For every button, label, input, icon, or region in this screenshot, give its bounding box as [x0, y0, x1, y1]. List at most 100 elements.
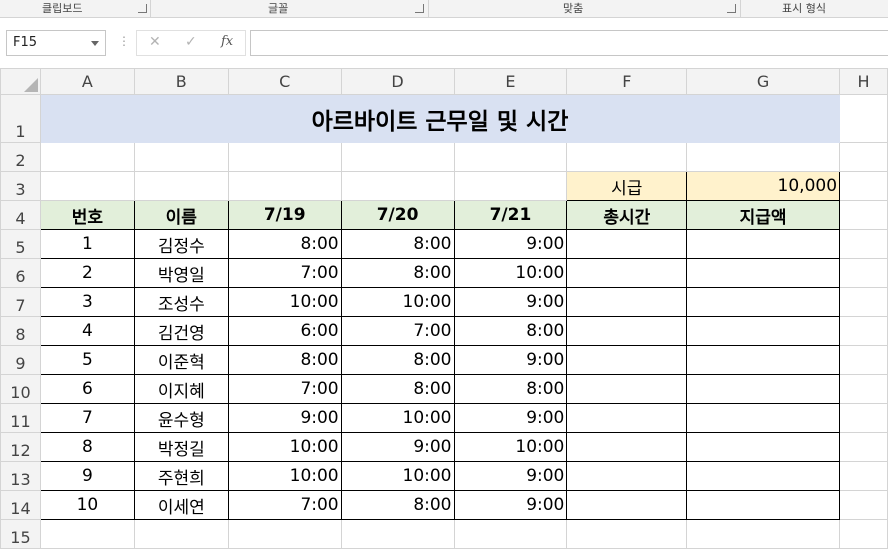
row-header-3[interactable]: 3	[0, 171, 41, 201]
cell[interactable]	[227, 519, 342, 549]
row-header-4[interactable]: 4	[0, 200, 41, 230]
hours-day-3[interactable]: 9:00	[453, 403, 568, 433]
total-hours-cell[interactable]	[566, 287, 688, 317]
column-header-a[interactable]: A	[39, 68, 135, 95]
employee-number[interactable]: 7	[39, 403, 135, 433]
column-header-c[interactable]: C	[227, 68, 342, 95]
hours-day-3[interactable]: 9:00	[453, 490, 568, 520]
cell[interactable]	[839, 258, 888, 288]
employee-name[interactable]: 조성수	[133, 287, 229, 317]
alignment-dialog-launcher-icon[interactable]	[727, 4, 736, 13]
sheet-title[interactable]: 아르바이트 근무일 및 시간	[39, 94, 841, 143]
employee-number[interactable]: 2	[39, 258, 135, 288]
hours-day-1[interactable]: 10:00	[227, 287, 342, 317]
row-header-13[interactable]: 13	[0, 461, 41, 491]
employee-name[interactable]: 김건영	[133, 316, 229, 346]
cell[interactable]	[839, 94, 888, 143]
hours-day-3[interactable]: 8:00	[453, 374, 568, 404]
hours-day-3[interactable]: 10:00	[453, 432, 568, 462]
employee-name[interactable]: 김정수	[133, 229, 229, 259]
employee-number[interactable]: 3	[39, 287, 135, 317]
cell[interactable]	[839, 229, 888, 259]
formula-input[interactable]	[250, 30, 888, 56]
cell[interactable]	[133, 142, 229, 172]
hours-day-1[interactable]: 8:00	[227, 229, 342, 259]
employee-name[interactable]: 이준혁	[133, 345, 229, 375]
payment-cell[interactable]	[686, 403, 841, 433]
payment-cell[interactable]	[686, 374, 841, 404]
cell[interactable]	[340, 171, 455, 201]
cell[interactable]	[686, 519, 841, 549]
column-header-b[interactable]: B	[133, 68, 229, 95]
employee-name[interactable]: 이세연	[133, 490, 229, 520]
hours-day-2[interactable]: 8:00	[340, 374, 455, 404]
row-header-6[interactable]: 6	[0, 258, 41, 288]
column-header-f[interactable]: F	[566, 68, 688, 95]
column-header-g[interactable]: G	[686, 68, 841, 95]
cell[interactable]	[39, 171, 135, 201]
column-header-h[interactable]: H	[839, 68, 888, 95]
cell[interactable]	[453, 171, 568, 201]
hours-day-1[interactable]: 8:00	[227, 345, 342, 375]
employee-number[interactable]: 5	[39, 345, 135, 375]
column-header-d[interactable]: D	[340, 68, 455, 95]
cell[interactable]	[227, 142, 342, 172]
employee-number[interactable]: 9	[39, 461, 135, 491]
hours-day-3[interactable]: 9:00	[453, 345, 568, 375]
cell[interactable]	[566, 519, 688, 549]
cell[interactable]	[839, 374, 888, 404]
hours-day-2[interactable]: 8:00	[340, 229, 455, 259]
hours-day-2[interactable]: 10:00	[340, 461, 455, 491]
header-number[interactable]: 번호	[39, 200, 135, 230]
payment-cell[interactable]	[686, 432, 841, 462]
name-box[interactable]: F15	[6, 30, 106, 56]
header-date-3[interactable]: 7/21	[453, 200, 568, 230]
total-hours-cell[interactable]	[566, 345, 688, 375]
cell[interactable]	[839, 287, 888, 317]
row-header-2[interactable]: 2	[0, 142, 41, 172]
hours-day-1[interactable]: 9:00	[227, 403, 342, 433]
hours-day-2[interactable]: 8:00	[340, 345, 455, 375]
header-date-2[interactable]: 7/20	[340, 200, 455, 230]
hours-day-3[interactable]: 8:00	[453, 316, 568, 346]
cell[interactable]	[227, 171, 342, 201]
employee-name[interactable]: 이지혜	[133, 374, 229, 404]
row-header-15[interactable]: 15	[0, 519, 41, 549]
cell[interactable]	[839, 316, 888, 346]
cell[interactable]	[39, 142, 135, 172]
header-name[interactable]: 이름	[133, 200, 229, 230]
cell[interactable]	[453, 142, 568, 172]
cell[interactable]	[453, 519, 568, 549]
employee-number[interactable]: 8	[39, 432, 135, 462]
header-date-1[interactable]: 7/19	[227, 200, 342, 230]
payment-cell[interactable]	[686, 258, 841, 288]
cell[interactable]	[839, 519, 888, 549]
hours-day-2[interactable]: 8:00	[340, 258, 455, 288]
row-header-7[interactable]: 7	[0, 287, 41, 317]
payment-cell[interactable]	[686, 461, 841, 491]
row-header-14[interactable]: 14	[0, 490, 41, 520]
total-hours-cell[interactable]	[566, 316, 688, 346]
employee-name[interactable]: 박정길	[133, 432, 229, 462]
total-hours-cell[interactable]	[566, 432, 688, 462]
hours-day-1[interactable]: 7:00	[227, 374, 342, 404]
employee-name[interactable]: 주현희	[133, 461, 229, 491]
font-dialog-launcher-icon[interactable]	[415, 4, 424, 13]
row-header-11[interactable]: 11	[0, 403, 41, 433]
hours-day-3[interactable]: 9:00	[453, 461, 568, 491]
clipboard-dialog-launcher-icon[interactable]	[138, 4, 147, 13]
cell[interactable]	[133, 519, 229, 549]
row-header-5[interactable]: 5	[0, 229, 41, 259]
header-total-hours[interactable]: 총시간	[566, 200, 688, 230]
cell[interactable]	[839, 403, 888, 433]
cell[interactable]	[839, 490, 888, 520]
employee-number[interactable]: 6	[39, 374, 135, 404]
cell[interactable]	[133, 171, 229, 201]
cell[interactable]	[839, 461, 888, 491]
hours-day-3[interactable]: 10:00	[453, 258, 568, 288]
cell[interactable]	[340, 142, 455, 172]
payment-cell[interactable]	[686, 490, 841, 520]
cell[interactable]	[839, 142, 888, 172]
hours-day-2[interactable]: 7:00	[340, 316, 455, 346]
hours-day-2[interactable]: 10:00	[340, 403, 455, 433]
